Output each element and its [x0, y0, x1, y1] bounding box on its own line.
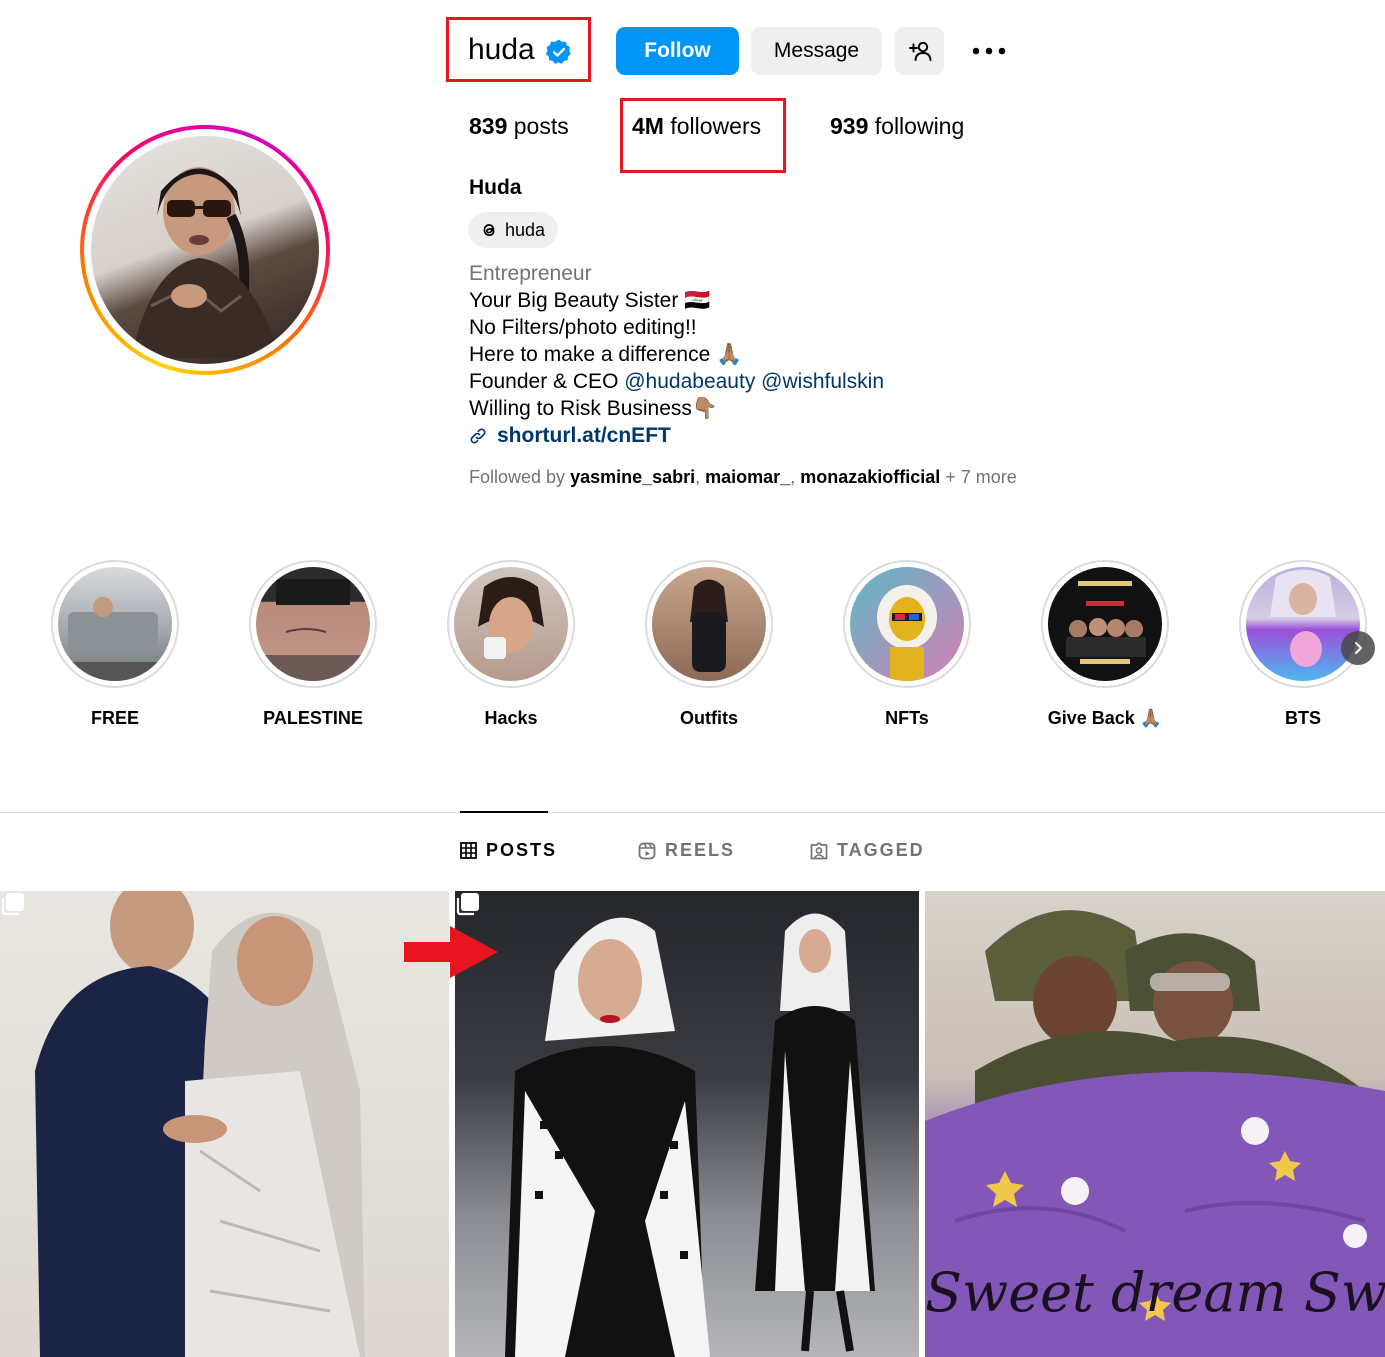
- followed-by[interactable]: Followed by yasmine_sabri, maiomar_, mon…: [469, 467, 1017, 488]
- display-name: Huda: [469, 176, 522, 199]
- bio: Entrepreneur Your Big Beauty Sister 🇮🇶 N…: [469, 260, 884, 449]
- highlight-label: NFTs: [885, 708, 929, 728]
- tab-label: POSTS: [486, 840, 558, 860]
- posts-count: 839: [469, 113, 508, 139]
- highlight-cover: [454, 567, 568, 681]
- highlight-hacks[interactable]: Hacks: [446, 560, 576, 729]
- bio-line: No Filters/photo editing!!: [469, 316, 697, 339]
- tab-reels[interactable]: REELS: [638, 840, 735, 861]
- highlight-label: Outfits: [680, 708, 738, 728]
- followers-count-stat[interactable]: 4M followers: [632, 113, 761, 140]
- following-count: 939: [830, 113, 869, 139]
- tab-label: TAGGED: [837, 840, 925, 860]
- tabs-divider: [0, 812, 1385, 813]
- highlight-label: PALESTINE: [263, 708, 363, 728]
- highlights-next-button[interactable]: [1341, 631, 1375, 665]
- profile-photo: [91, 136, 319, 364]
- active-tab-indicator: [460, 811, 548, 813]
- bio-line: Your Big Beauty Sister 🇮🇶: [469, 289, 711, 312]
- post-image: [35, 891, 365, 1357]
- highlight-give-back[interactable]: Give Back 🙏🏽: [1040, 560, 1170, 729]
- highlight-cover: [1048, 567, 1162, 681]
- followed-by-more[interactable]: + 7 more: [945, 467, 1017, 487]
- message-button[interactable]: Message: [751, 27, 882, 75]
- post-tile[interactable]: [455, 891, 919, 1357]
- highlight-label: Give Back 🙏🏽: [1047, 708, 1163, 728]
- highlight-palestine[interactable]: PALESTINE: [248, 560, 378, 729]
- following-count-stat[interactable]: 939 following: [830, 113, 964, 140]
- highlight-cover: [58, 567, 172, 681]
- post-tile[interactable]: Sweet dream Sweet: [925, 891, 1385, 1357]
- bio-founder-prefix: Founder & CEO: [469, 370, 625, 393]
- post-image: [505, 913, 875, 1357]
- annotation-arrow-icon: [404, 926, 498, 978]
- followed-by-prefix: Followed by: [469, 467, 571, 487]
- more-options-button[interactable]: [960, 27, 1018, 75]
- bio-category: Entrepreneur: [469, 262, 592, 285]
- mention-link-wishfulskin[interactable]: @wishfulskin: [761, 370, 884, 393]
- mention-link-hudabeauty[interactable]: @hudabeauty: [624, 370, 755, 393]
- post-caption-art: Sweet dream Sweet: [925, 1261, 1385, 1324]
- followed-by-account[interactable]: monazakiofficial: [800, 467, 940, 487]
- tab-tagged[interactable]: TAGGED: [810, 840, 925, 861]
- highlight-outfits[interactable]: Outfits: [644, 560, 774, 729]
- link-icon: [470, 428, 486, 443]
- threads-handle: huda: [505, 219, 546, 240]
- bio-founder-line: Founder & CEO @hudabeauty @wishfulskin: [469, 368, 884, 395]
- verified-badge-icon: [545, 39, 571, 64]
- post-image: Sweet dream Sweet: [925, 910, 1385, 1357]
- multiple-posts-icon: [1, 893, 24, 916]
- external-link[interactable]: shorturl.at/cnEFT: [469, 422, 884, 449]
- followed-by-account[interactable]: yasmine_sabri: [570, 467, 695, 487]
- highlight-nfts[interactable]: NFTs: [842, 560, 972, 729]
- more-horizontal-icon: [972, 47, 1006, 55]
- highlight-label: BTS: [1285, 708, 1321, 728]
- highlight-label: Hacks: [484, 708, 538, 728]
- add-person-icon: [908, 41, 931, 61]
- reels-icon: [638, 842, 656, 859]
- tab-label: REELS: [665, 840, 736, 860]
- username-highlight-box: huda: [446, 17, 591, 82]
- followed-by-account[interactable]: maiomar_: [705, 467, 790, 487]
- following-label: following: [874, 113, 965, 139]
- bio-line: Willing to Risk Business👇🏽: [469, 397, 719, 420]
- post-tile[interactable]: [0, 891, 449, 1357]
- follow-button[interactable]: Follow: [616, 27, 739, 75]
- tab-posts[interactable]: POSTS: [460, 840, 557, 861]
- posts-count-stat: 839 posts: [469, 113, 569, 140]
- threads-badge[interactable]: huda: [468, 212, 558, 248]
- suggest-user-button[interactable]: [895, 27, 944, 75]
- bio-line: Here to make a difference 🙏🏽: [469, 343, 743, 366]
- highlight-cover: [652, 567, 766, 681]
- posts-label: posts: [513, 113, 569, 139]
- followers-label: followers: [670, 113, 762, 139]
- multiple-posts-icon: [456, 893, 479, 916]
- highlight-cover: [256, 567, 370, 681]
- tagged-user-icon: [810, 842, 828, 859]
- username: huda: [468, 32, 535, 66]
- chevron-right-icon: [1354, 641, 1363, 655]
- highlight-free[interactable]: FREE: [50, 560, 180, 729]
- profile-avatar[interactable]: [80, 125, 330, 375]
- followers-count: 4M: [632, 113, 664, 139]
- highlight-cover: [1246, 567, 1360, 681]
- highlight-label: FREE: [90, 708, 139, 728]
- highlight-cover: [850, 567, 964, 681]
- grid-icon: [460, 842, 477, 859]
- external-link-text: shorturl.at/cnEFT: [497, 424, 671, 447]
- threads-icon: [483, 224, 495, 237]
